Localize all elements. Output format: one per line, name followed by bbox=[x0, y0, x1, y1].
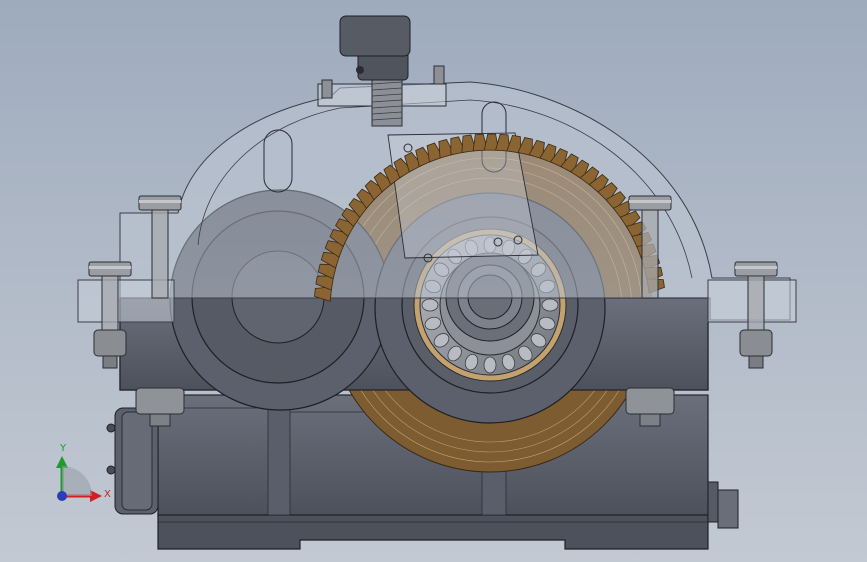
y-axis-label: Y bbox=[60, 443, 67, 454]
graphics-viewport[interactable]: Y X bbox=[0, 0, 867, 562]
z-axis-dot bbox=[57, 491, 67, 501]
x-axis-label: X bbox=[104, 489, 111, 500]
reference-triad bbox=[56, 456, 102, 502]
